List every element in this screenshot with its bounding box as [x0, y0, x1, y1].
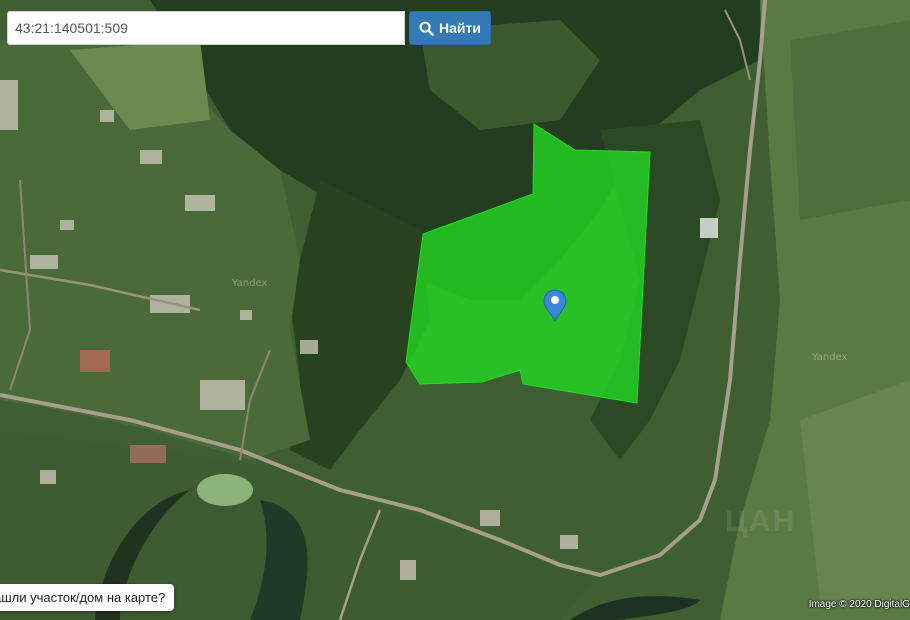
faded-logo-watermark: ЦАН	[725, 505, 797, 538]
map-watermark: Yandex	[232, 278, 268, 289]
map-watermark: Yandex	[812, 352, 848, 363]
search-button-label: Найти	[439, 20, 481, 36]
search-bar: Найти	[7, 11, 491, 45]
found-parcel-prompt[interactable]: ашли участок/дом на карте?	[0, 584, 175, 611]
search-button[interactable]: Найти	[409, 11, 491, 45]
imagery-credit: Image © 2020 DigitalG	[808, 599, 910, 610]
search-icon	[419, 21, 434, 36]
search-input[interactable]	[7, 11, 405, 45]
found-parcel-prompt-label: ашли участок/дом на карте?	[0, 590, 166, 605]
